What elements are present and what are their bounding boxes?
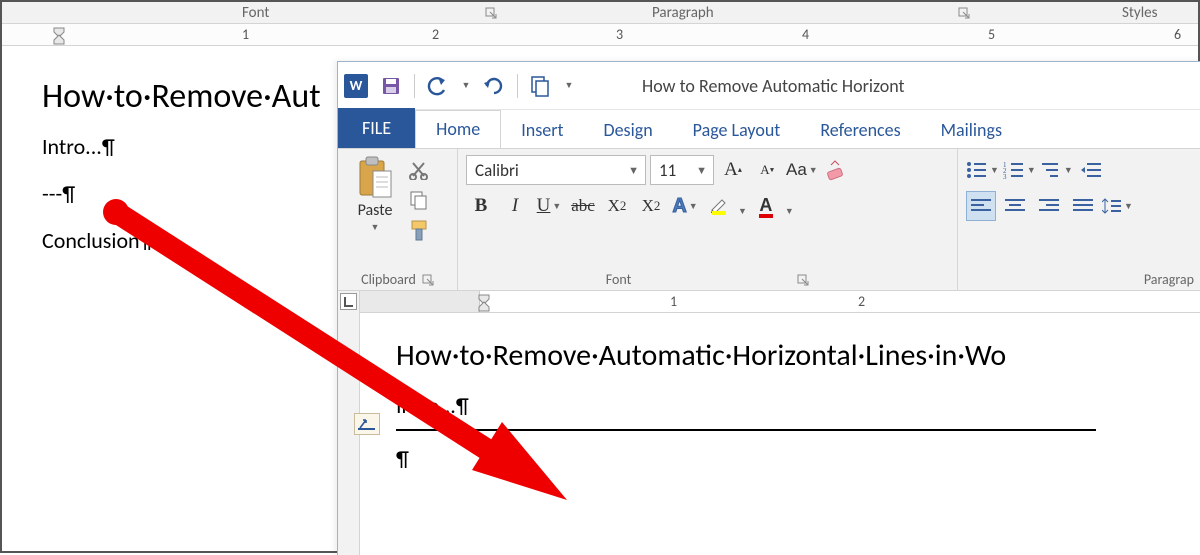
font-size-combo[interactable]: 11 ▼ [650,155,714,185]
chevron-down-icon: ▼ [622,164,639,177]
title-bar: W ▼ ▼ How to Remove Automatic Horizont [338,62,1200,110]
font-color-swatch [759,214,773,218]
dialog-launcher-icon[interactable] [797,274,809,286]
group-label: Font [466,269,949,288]
group-label: Clipboard [346,269,449,288]
label-text: Paragraph [652,4,714,22]
cut-button[interactable] [408,159,430,181]
save-button[interactable] [376,71,406,101]
fg-document-area[interactable]: How·to·Remove·Automatic·Horizontal·Lines… [360,313,1200,555]
numbering-button[interactable]: 123▼ [1003,155,1036,185]
indent-marker-icon[interactable] [52,26,66,44]
bg-horizontal-ruler[interactable]: 1 2 3 4 5 6 [2,24,1198,46]
dialog-launcher-icon[interactable] [422,274,434,286]
dialog-launcher-icon[interactable] [958,7,970,19]
tab-selector-button[interactable] [340,293,357,310]
chevron-down-icon: ▼ [371,222,380,233]
auto-horizontal-line [396,429,1096,431]
line-spacing-button[interactable]: ▼ [1102,191,1133,221]
superscript-button[interactable]: X2 [636,191,666,221]
ribbon: Paste ▼ Clipboard [338,149,1200,291]
chevron-down-icon[interactable]: ▼ [738,206,747,217]
ruler-number: 2 [858,293,865,310]
bold-button[interactable]: B [466,191,496,221]
change-case-button[interactable]: Aa▼ [786,155,818,185]
dialog-launcher-icon[interactable] [485,7,497,19]
clear-formatting-button[interactable] [822,155,852,185]
tab-mailings[interactable]: Mailings [921,111,1022,148]
underline-button[interactable]: U▼ [534,191,564,221]
bullets-button[interactable]: ▼ [966,155,999,185]
paste-button[interactable]: Paste ▼ [346,155,404,233]
qat-customize-dropdown[interactable]: ▼ [562,71,576,101]
copy-button[interactable] [408,189,430,211]
autocorrect-smarttag-icon[interactable] [354,413,380,435]
group-label: Paragrap [966,269,1198,288]
indent-marker-icon[interactable] [477,293,491,311]
fg-doc-title: How·to·Remove·Automatic·Horizontal·Lines… [396,337,1183,374]
tab-file[interactable]: FILE [338,108,415,148]
ribbon-group-paragraph: ▼ 123▼ ▼ ▼ Paragrap [958,149,1200,290]
font-color-button[interactable]: A [751,191,781,221]
italic-button[interactable]: I [500,191,530,221]
font-family-value: Calibri [475,160,519,181]
tab-home[interactable]: Home [415,110,501,148]
chevron-down-icon[interactable]: ▼ [785,206,794,217]
fg-horizontal-ruler[interactable]: 1 2 [360,291,1200,313]
undo-button[interactable] [423,71,453,101]
ruler-number: 3 [616,26,623,43]
ruler-number: 5 [988,26,995,43]
ruler-number: 1 [670,293,677,310]
group-label-paragraph: Paragraph [652,4,714,22]
label-text: Styles [1122,4,1157,22]
window-title: How to Remove Automatic Horizont [642,75,905,97]
new-document-button[interactable] [526,71,556,101]
ruler-number: 6 [1174,26,1181,43]
ribbon-group-font: Calibri▼ 11▼ A▴ A▴ Aa▼ B I U▼ ab [458,149,958,290]
paste-label: Paste [358,201,393,220]
font-size-value: 11 [659,160,676,181]
bg-ribbon-group-labels: Font Paragraph Styles [2,2,1198,24]
align-right-button[interactable] [1034,191,1064,221]
multilevel-list-button[interactable]: ▼ [1040,155,1073,185]
subscript-button[interactable]: X2 [602,191,632,221]
word-app-icon: W [344,74,368,98]
group-label-styles: Styles [1122,4,1157,22]
label-text: Font [242,4,269,22]
tab-references[interactable]: References [800,111,920,148]
ribbon-tabs: FILE Home Insert Design Page Layout Refe… [338,110,1200,148]
undo-dropdown[interactable]: ▼ [459,71,473,101]
ruler-number: 4 [802,26,809,43]
chevron-down-icon: ▼ [690,164,707,177]
ruler-number: 2 [432,26,439,43]
fg-doc-line: Intro...¶ [396,392,1183,419]
ribbon-group-clipboard: Paste ▼ Clipboard [338,149,458,290]
redo-button[interactable] [479,71,509,101]
font-family-combo[interactable]: Calibri ▼ [466,155,646,185]
ruler-margin-area [360,291,480,312]
shrink-font-button[interactable]: A▴ [752,155,782,185]
foreground-word-window: W ▼ ▼ How to Remove Automatic Horizont F… [337,61,1200,555]
align-center-button[interactable] [1000,191,1030,221]
decrease-indent-button[interactable] [1077,155,1107,185]
fg-doc-line: ¶ [396,445,1183,472]
highlight-button[interactable] [704,191,734,221]
align-justify-button[interactable] [1068,191,1098,221]
text-effects-button[interactable]: A▼ [670,191,700,221]
tab-page-layout[interactable]: Page Layout [673,111,801,148]
tab-design[interactable]: Design [584,111,673,148]
grow-font-button[interactable]: A▴ [718,155,748,185]
strikethrough-button[interactable]: abc [568,191,598,221]
tab-insert[interactable]: Insert [501,111,583,148]
format-painter-button[interactable] [408,219,430,241]
highlight-color-swatch [712,211,726,215]
ruler-number: 1 [242,26,249,43]
align-left-button[interactable] [966,191,996,221]
group-label-font: Font [242,4,269,22]
svg-text:3: 3 [1003,173,1007,179]
